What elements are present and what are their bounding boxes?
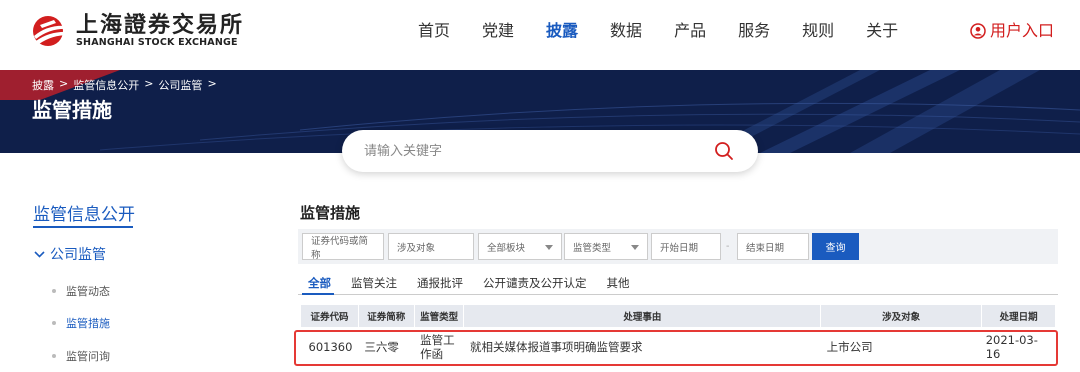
breadcrumb: 披露 > 监管信息公开 > 公司监管 > (32, 77, 222, 93)
tab-divider (298, 294, 1058, 295)
sidebar-item-supervision-news[interactable]: 监管动态 (52, 283, 110, 299)
breadcrumb-separator: > (59, 77, 69, 90)
breadcrumb-info-open[interactable]: 监管信息公开 (73, 77, 139, 93)
target-filter-input[interactable]: 涉及对象 (388, 233, 474, 260)
sidebar-group-company-supervision[interactable]: 公司监管 (33, 244, 106, 264)
tab-all[interactable]: 全部 (308, 275, 331, 291)
board-select-value: 全部板块 (487, 242, 526, 254)
sidebar-item-label: 监管动态 (66, 285, 110, 298)
nav-item-home[interactable]: 首页 (418, 20, 450, 42)
breadcrumb-separator: > (207, 77, 217, 90)
nav-item-services[interactable]: 服务 (738, 20, 770, 42)
cell-date: 2021-03-16 (981, 327, 1056, 366)
nav-item-disclosure[interactable]: 披露 (546, 20, 578, 42)
table-row[interactable]: 601360 三六零 监管工作函 就相关媒体报道事项明确监管要求 上市公司 20… (300, 327, 1056, 366)
sse-logo[interactable]: 上海證券交易所 SHANGHAI STOCK EXCHANGE (30, 13, 244, 48)
sidebar-item-supervision-inquiry[interactable]: 监管问询 (52, 348, 110, 364)
type-select[interactable]: 监管类型 (564, 233, 648, 260)
breadcrumb-disclosure[interactable]: 披露 (32, 77, 54, 93)
table-header-row: 证券代码 证券简称 监管类型 处理事由 涉及对象 处理日期 (300, 304, 1056, 328)
nav-item-rules[interactable]: 规则 (802, 20, 834, 42)
main-nav: 首页 党建 披露 数据 产品 服务 规则 关于 (418, 20, 930, 42)
cell-name: 三六零 (358, 327, 415, 366)
sidebar-item-label: 监管问询 (66, 350, 110, 363)
bullet-dot (52, 321, 56, 325)
dropdown-arrow-icon (631, 245, 639, 250)
column-header-name: 证券简称 (357, 304, 415, 328)
column-header-code: 证券代码 (300, 304, 359, 328)
type-select-value: 监管类型 (573, 242, 612, 254)
search-box (342, 130, 758, 172)
logo-chinese-name: 上海證券交易所 (76, 12, 245, 38)
column-header-reason: 处理事由 (463, 304, 822, 328)
nav-item-data[interactable]: 数据 (610, 20, 642, 42)
sidebar-item-label: 监管措施 (66, 317, 110, 330)
nav-item-party[interactable]: 党建 (482, 20, 514, 42)
sidebar-item-supervision-measures[interactable]: 监管措施 (52, 315, 110, 331)
cell-code: 601360 (300, 327, 359, 366)
tab-criticism[interactable]: 通报批评 (417, 275, 463, 291)
chevron-down-icon (34, 251, 45, 258)
board-select[interactable]: 全部板块 (478, 233, 562, 260)
user-circle-icon (970, 23, 986, 39)
search-input[interactable] (364, 140, 694, 162)
search-icon[interactable] (714, 141, 734, 161)
query-button[interactable]: 查询 (812, 233, 859, 260)
column-header-type: 监管类型 (413, 304, 465, 328)
sidebar-group-label: 公司监管 (50, 247, 106, 263)
end-date-input[interactable]: 结束日期 (737, 233, 809, 260)
cell-target: 上市公司 (820, 327, 982, 366)
bullet-dot (52, 289, 56, 293)
date-range-separator: - (726, 241, 730, 252)
cell-type: 监管工作函 (414, 327, 464, 366)
cell-reason[interactable]: 就相关媒体报道事项明确监管要求 (463, 327, 821, 366)
tab-other[interactable]: 其他 (607, 275, 630, 291)
column-header-target: 涉及对象 (820, 304, 983, 328)
breadcrumb-separator: > (144, 77, 154, 90)
code-filter-input[interactable]: 证券代码或简称 (302, 233, 384, 261)
user-entry-link[interactable]: 用户入口 (970, 20, 1054, 42)
start-date-input[interactable]: 开始日期 (651, 233, 721, 260)
section-title: 监管措施 (300, 204, 361, 222)
column-header-date: 处理日期 (981, 304, 1056, 328)
sse-logo-icon (30, 14, 70, 48)
category-tabs: 全部 监管关注 通报批评 公开谴责及公开认定 其他 (308, 275, 650, 291)
nav-item-about[interactable]: 关于 (866, 20, 898, 42)
breadcrumb-company-supervision[interactable]: 公司监管 (158, 77, 202, 93)
measures-table: 证券代码 证券简称 监管类型 处理事由 涉及对象 处理日期 601360 三六零… (300, 304, 1056, 366)
dropdown-arrow-icon (545, 245, 553, 250)
site-header: 上海證券交易所 SHANGHAI STOCK EXCHANGE 首页 党建 披露… (0, 0, 1080, 68)
tab-public-censure[interactable]: 公开谴责及公开认定 (483, 275, 587, 291)
sidebar-title[interactable]: 监管信息公开 (33, 200, 135, 225)
logo-english-name: SHANGHAI STOCK EXCHANGE (76, 37, 238, 48)
page-title: 监管措施 (32, 98, 112, 122)
tab-active-indicator (302, 293, 334, 295)
bullet-dot (52, 354, 56, 358)
sidebar-title-underline (33, 226, 133, 228)
user-entry-label: 用户入口 (990, 21, 1055, 40)
nav-item-products[interactable]: 产品 (674, 20, 706, 42)
tab-attention[interactable]: 监管关注 (351, 275, 397, 291)
